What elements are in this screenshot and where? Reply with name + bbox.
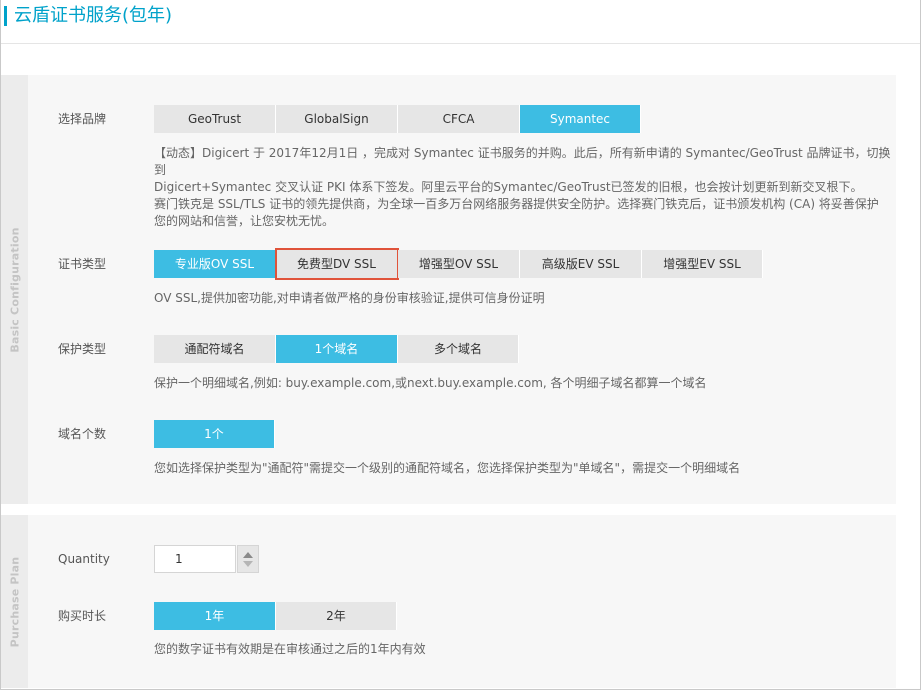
stepper-up-icon[interactable] — [243, 552, 253, 558]
page-title: 云盾证书服务(包年) — [14, 5, 173, 26]
cert-type-option-enhanced-ov[interactable]: 增强型OV SSL — [398, 250, 520, 278]
domain-count-option-1[interactable]: 1个 — [154, 420, 275, 448]
page-header: 云盾证书服务(包年) — [1, 0, 920, 44]
cert-type-option-pro-ov[interactable]: 专业版OV SSL — [154, 250, 276, 278]
protect-type-option-wildcard[interactable]: 通配符域名 — [154, 335, 276, 363]
brand-description: 【动态】Digicert 于 2017年12月1日 ，完成对 Symantec … — [154, 145, 894, 230]
title-accent-bar — [4, 6, 7, 26]
section-label-purchase-plan: Purchase Plan — [8, 556, 22, 647]
cert-type-option-free-dv[interactable]: 免费型DV SSL — [275, 248, 399, 280]
duration-label: 购买时长 — [58, 609, 107, 623]
brand-option-symantec[interactable]: Symantec — [520, 105, 641, 133]
protect-type-option-multi-domain[interactable]: 多个域名 — [398, 335, 519, 363]
duration-option-2-years[interactable]: 2年 — [276, 602, 397, 630]
quantity-input[interactable] — [154, 545, 236, 573]
duration-option-1-year[interactable]: 1年 — [154, 602, 276, 630]
brand-option-globalsign[interactable]: GlobalSign — [276, 105, 398, 133]
brand-option-geotrust[interactable]: GeoTrust — [154, 105, 276, 133]
brand-description-line: 【动态】Digicert 于 2017年12月1日 ，完成对 Symantec … — [154, 146, 891, 177]
section-sidebar: Purchase Plan — [1, 515, 28, 688]
purchase-plan-section: Purchase Plan — [1, 515, 896, 688]
quantity-label: Quantity — [58, 552, 110, 566]
quantity-stepper[interactable] — [237, 545, 259, 573]
section-sidebar: Basic Configuration — [1, 75, 28, 504]
brand-description-line: 赛门铁克是 SSL/TLS 证书的领先提供商，为全球一百多万台网络服务器提供安全… — [154, 197, 879, 211]
domain-count-description: 您如选择保护类型为"通配符"需提交一个级别的通配符域名，您选择保护类型为"单域名… — [154, 461, 741, 475]
cert-type-option-enhanced-ev[interactable]: 增强型EV SSL — [642, 250, 763, 278]
protect-type-option-single-domain[interactable]: 1个域名 — [276, 335, 398, 363]
stepper-down-icon[interactable] — [243, 561, 253, 567]
brand-option-cfca[interactable]: CFCA — [398, 105, 520, 133]
domain-count-label: 域名个数 — [58, 427, 107, 441]
brand-description-line: 您的网站和信誉，让您安枕无忧。 — [154, 214, 335, 228]
protect-type-description: 保护一个明细域名,例如: buy.example.com,或next.buy.e… — [154, 376, 707, 390]
protect-type-label: 保护类型 — [58, 342, 107, 356]
cert-type-label: 证书类型 — [58, 257, 107, 271]
section-label-basic-configuration: Basic Configuration — [8, 226, 22, 353]
brand-label: 选择品牌 — [58, 112, 107, 126]
duration-description: 您的数字证书有效期是在审核通过之后的1年内有效 — [154, 642, 426, 656]
cert-type-description: OV SSL,提供加密功能,对申请者做严格的身份审核验证,提供可信身份证明 — [154, 291, 545, 305]
cert-type-option-advanced-ev[interactable]: 高级版EV SSL — [520, 250, 642, 278]
brand-description-line: Digicert+Symantec 交叉认证 PKI 体系下签发。阿里云平台的S… — [154, 180, 863, 194]
